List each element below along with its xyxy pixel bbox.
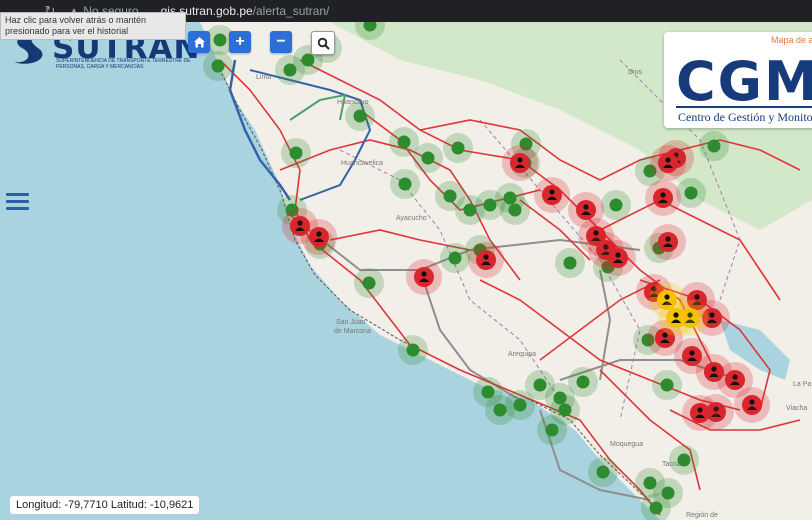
person-icon <box>517 157 523 163</box>
green-alert-marker[interactable] <box>451 141 465 155</box>
red-incident-marker[interactable] <box>608 248 628 268</box>
person-icon <box>711 366 717 372</box>
longitude-value: -79,7710 <box>64 499 108 511</box>
green-alert-marker[interactable] <box>421 151 435 165</box>
green-alert-marker[interactable] <box>576 375 590 389</box>
person-icon <box>673 312 679 318</box>
label-ayacucho: Ayacucho <box>396 215 427 222</box>
zoom-in-button[interactable]: + <box>229 31 251 53</box>
green-alert-marker[interactable] <box>533 378 547 392</box>
red-incident-marker[interactable] <box>742 395 762 415</box>
person-icon <box>660 192 666 198</box>
red-incident-marker[interactable] <box>309 227 329 247</box>
yellow-incident-marker[interactable] <box>666 308 686 328</box>
green-alert-marker[interactable] <box>443 189 457 203</box>
green-alert-marker[interactable] <box>481 385 495 399</box>
green-alert-marker[interactable] <box>545 423 559 437</box>
person-icon <box>694 294 700 300</box>
red-incident-marker[interactable] <box>658 232 678 252</box>
green-alert-marker[interactable] <box>301 53 315 67</box>
green-alert-marker[interactable] <box>463 203 477 217</box>
label-huancavelica: Huancavelica <box>341 160 383 167</box>
red-incident-marker[interactable] <box>476 250 496 270</box>
green-alert-marker[interactable] <box>362 276 376 290</box>
zoom-out-button[interactable]: − <box>270 31 292 53</box>
person-icon <box>483 254 489 260</box>
green-alert-marker[interactable] <box>398 177 412 191</box>
green-alert-marker[interactable] <box>493 403 507 417</box>
latitude-label: Latitud: <box>110 499 147 511</box>
red-incident-marker[interactable] <box>658 153 678 173</box>
red-incident-marker[interactable] <box>510 153 530 173</box>
green-alert-marker[interactable] <box>558 403 572 417</box>
green-alert-marker[interactable] <box>289 146 303 160</box>
home-button[interactable] <box>188 31 210 53</box>
person-icon <box>732 374 738 380</box>
green-alert-marker[interactable] <box>660 378 674 392</box>
cgm-divider <box>676 106 812 108</box>
label-san-juan: San Juan <box>336 319 366 326</box>
person-icon <box>297 220 303 226</box>
person-icon <box>665 236 671 242</box>
label-arequipa: Arequipa <box>508 351 536 358</box>
person-icon <box>615 252 621 258</box>
latitude-value: -10,9621 <box>149 499 194 511</box>
red-incident-marker[interactable] <box>653 188 673 208</box>
green-alert-marker[interactable] <box>609 198 623 212</box>
green-alert-marker[interactable] <box>483 198 497 212</box>
label-lima: Lima <box>256 74 271 81</box>
person-icon <box>749 399 755 405</box>
hamburger-menu-icon[interactable] <box>6 193 29 211</box>
label-dios: Dios <box>628 69 643 76</box>
green-alert-marker[interactable] <box>596 465 610 479</box>
person-icon <box>664 294 670 300</box>
mapa-label: Mapa de a <box>771 35 812 45</box>
coordinates-readout: Longitud: -79,7710 Latitud: -10,9621 <box>10 496 200 514</box>
search-button[interactable] <box>311 31 335 55</box>
person-icon <box>583 204 589 210</box>
home-icon <box>193 36 205 47</box>
url-path: /alerta_sutran/ <box>252 4 330 18</box>
green-alert-marker[interactable] <box>513 398 527 412</box>
person-icon <box>697 407 703 413</box>
green-alert-marker[interactable] <box>677 453 691 467</box>
cgm-wordmark: CGM <box>676 50 812 113</box>
red-incident-marker[interactable] <box>576 200 596 220</box>
person-icon <box>421 271 427 277</box>
red-incident-marker[interactable] <box>414 267 434 287</box>
person-icon <box>689 350 695 356</box>
back-button-tooltip: Haz clic para volver atrás o mantén pres… <box>0 12 186 40</box>
red-incident-marker[interactable] <box>725 370 745 390</box>
search-icon <box>317 37 330 50</box>
longitude-label: Longitud: <box>16 499 62 511</box>
green-alert-marker[interactable] <box>563 256 577 270</box>
green-alert-marker[interactable] <box>448 251 462 265</box>
cgm-logo-card: Mapa de a CGM Centro de Gestión y Monito… <box>664 32 812 128</box>
green-alert-marker[interactable] <box>707 139 721 153</box>
green-alert-marker[interactable] <box>353 109 367 123</box>
label-la-paz: La Pa <box>793 381 811 388</box>
label-viacha: Viacha <box>786 405 807 412</box>
person-icon <box>316 231 322 237</box>
person-icon <box>709 312 715 318</box>
green-alert-marker[interactable] <box>406 343 420 357</box>
label-moquegua: Moquegua <box>610 441 643 448</box>
red-incident-marker[interactable] <box>690 403 710 423</box>
label-marcona: de Marcona <box>334 328 371 335</box>
cgm-subtitle: Centro de Gestión y Monitoreo <box>678 110 812 124</box>
sutran-subtitle: SUPERINTENDENCIA DE TRANSPORTE TERRESTRE… <box>56 58 191 70</box>
label-region: Región de <box>686 512 718 519</box>
red-incident-marker[interactable] <box>542 185 562 205</box>
person-icon <box>665 157 671 163</box>
green-alert-marker[interactable] <box>684 186 698 200</box>
green-alert-marker[interactable] <box>397 135 411 149</box>
green-alert-marker[interactable] <box>649 501 663 515</box>
green-alert-marker[interactable] <box>508 203 522 217</box>
person-icon <box>549 189 555 195</box>
green-alert-marker[interactable] <box>213 33 227 47</box>
